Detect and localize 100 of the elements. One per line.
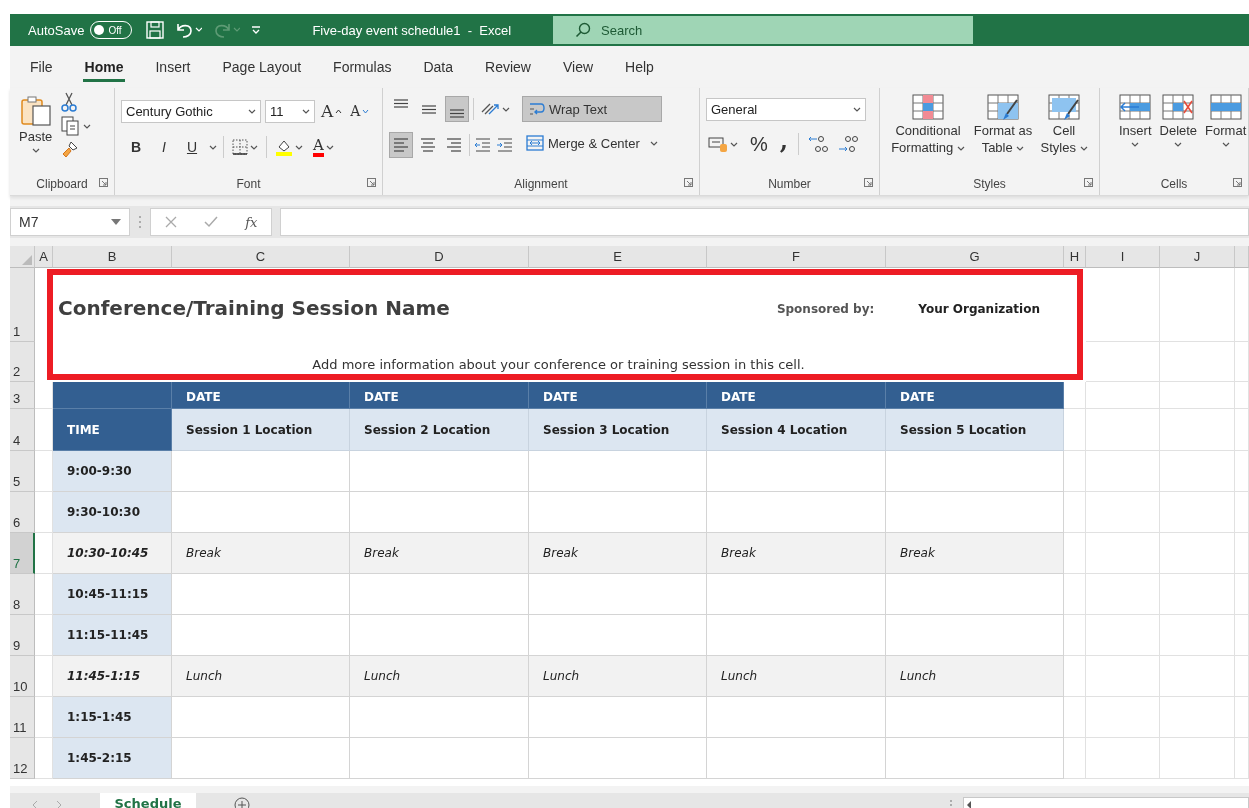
caret-icon[interactable] <box>209 143 217 151</box>
row-header[interactable]: 9 <box>10 615 35 656</box>
column-header[interactable]: C <box>172 246 350 268</box>
row-header[interactable]: 1 <box>10 268 35 342</box>
column-header[interactable]: F <box>707 246 886 268</box>
table-cell: Break <box>350 533 529 574</box>
table-cell: Break <box>529 533 707 574</box>
percent-button[interactable]: % <box>748 131 770 157</box>
dialog-launcher-icon[interactable] <box>1233 178 1242 187</box>
sheet-tab[interactable]: Schedule <box>100 793 196 808</box>
empty-cell <box>1235 382 1249 409</box>
left-align-button[interactable] <box>389 132 413 158</box>
paste-button[interactable]: Paste <box>16 92 56 173</box>
underline-button[interactable]: U <box>181 134 203 160</box>
table-cell: Lunch <box>707 656 886 697</box>
caret-icon[interactable] <box>83 122 92 130</box>
row-header[interactable]: 12 <box>10 738 35 779</box>
decrease-indent-icon[interactable] <box>474 137 492 153</box>
table-cell: Lunch <box>529 656 707 697</box>
horizontal-scrollbar[interactable] <box>963 796 1249 808</box>
row-header[interactable]: 5 <box>10 451 35 492</box>
ribbon-tab[interactable]: Home <box>68 46 140 88</box>
formula-field[interactable] <box>280 208 1249 236</box>
ribbon-tab[interactable]: View <box>546 46 610 88</box>
column-header[interactable]: D <box>350 246 529 268</box>
sponsor-name: Your Organization <box>918 302 1040 316</box>
ribbon-tab[interactable]: Data <box>407 46 470 88</box>
increase-font-button[interactable]: A <box>319 98 345 124</box>
dialog-launcher-icon[interactable] <box>1084 178 1093 187</box>
column-header[interactable]: J <box>1160 246 1235 268</box>
caret-icon <box>956 145 965 152</box>
name-box[interactable]: M7 <box>10 208 130 236</box>
font-color-button[interactable]: A <box>311 134 336 160</box>
copy-icon[interactable] <box>61 116 80 136</box>
wrap-arrow-icon <box>527 100 545 118</box>
insert-button[interactable]: Insert <box>1116 92 1155 173</box>
caret-icon <box>502 105 510 113</box>
brush-icon[interactable] <box>61 140 80 158</box>
table-cell: Lunch <box>350 656 529 697</box>
number-format-dropdown[interactable]: General <box>706 98 866 121</box>
row-header[interactable]: 3 <box>10 382 35 409</box>
column-header[interactable]: I <box>1086 246 1160 268</box>
undo-icon[interactable] <box>174 21 203 39</box>
column-header[interactable]: H <box>1064 246 1086 268</box>
dialog-launcher-icon[interactable] <box>684 178 693 187</box>
wrap-text-button[interactable]: Wrap Text <box>522 96 662 122</box>
scissors-icon[interactable] <box>61 92 78 112</box>
row-header[interactable]: 8 <box>10 574 35 615</box>
font-size-dropdown[interactable]: 11 <box>265 99 315 123</box>
caret-icon[interactable] <box>250 143 258 151</box>
check-icon[interactable] <box>203 216 218 228</box>
add-sheet-icon[interactable] <box>234 796 250 808</box>
time-cell: 1:45-2:15 <box>53 738 172 779</box>
conditional-formatting-button[interactable]: Conditional Formatting <box>886 92 970 173</box>
format-as-table-button[interactable]: Format as Table <box>970 92 1036 173</box>
column-header[interactable]: G <box>886 246 1064 268</box>
font-name-dropdown[interactable]: Century Gothic <box>121 99 261 123</box>
italic-button[interactable]: I <box>153 134 175 160</box>
dialog-launcher-icon[interactable] <box>367 178 376 187</box>
borders-icon <box>232 139 248 155</box>
increase-indent-icon[interactable] <box>496 137 514 153</box>
row-header[interactable]: 4 <box>10 409 35 451</box>
column-header[interactable]: B <box>53 246 172 268</box>
delete-button[interactable]: Delete <box>1156 92 1201 173</box>
ribbon-tab[interactable]: Review <box>469 46 547 88</box>
format-button[interactable]: Format <box>1202 92 1249 173</box>
column-header[interactable]: A <box>35 246 53 268</box>
column-header[interactable]: E <box>529 246 707 268</box>
comma-button[interactable]: , <box>777 131 791 157</box>
empty-cell <box>1064 382 1086 409</box>
customize-toolbar-icon[interactable] <box>250 24 263 36</box>
search-field[interactable]: Search <box>553 16 974 44</box>
sponsor-label: Sponsored by: <box>776 302 875 316</box>
merge-center-button[interactable]: Merge & Center <box>522 130 662 156</box>
bold-button[interactable]: B <box>125 134 147 160</box>
ribbon-tab[interactable]: Formulas <box>317 46 408 88</box>
ribbon-tab[interactable]: Insert <box>139 46 207 88</box>
dialog-launcher-icon[interactable] <box>864 178 873 187</box>
row-header[interactable]: 11 <box>10 697 35 738</box>
insert-function-button[interactable]: fx <box>245 214 258 230</box>
ribbon-tab[interactable]: File <box>14 46 69 88</box>
caret-icon <box>325 143 334 151</box>
caret-icon[interactable] <box>730 140 738 148</box>
dialog-launcher-icon[interactable] <box>99 178 108 187</box>
group-label: Cells <box>1160 177 1188 191</box>
empty-cell <box>1064 533 1086 574</box>
decrease-decimal-icon[interactable] <box>837 134 860 154</box>
bottom-align-button[interactable] <box>445 96 469 122</box>
row-header[interactable]: 6 <box>10 492 35 533</box>
row-header[interactable]: 7 <box>10 533 35 574</box>
decrease-font-button[interactable]: A <box>348 98 372 124</box>
row-header[interactable]: 10 <box>10 656 35 697</box>
ribbon-tab[interactable]: Page Layout <box>206 46 318 88</box>
save-icon[interactable] <box>146 21 165 39</box>
increase-decimal-icon[interactable] <box>807 134 830 154</box>
ribbon-tab[interactable]: Help <box>609 46 670 88</box>
caret-icon[interactable] <box>295 143 303 151</box>
cell-styles-button[interactable]: Cell Styles <box>1036 92 1092 173</box>
cancel-icon[interactable] <box>164 216 177 228</box>
row-header[interactable]: 2 <box>10 342 35 382</box>
